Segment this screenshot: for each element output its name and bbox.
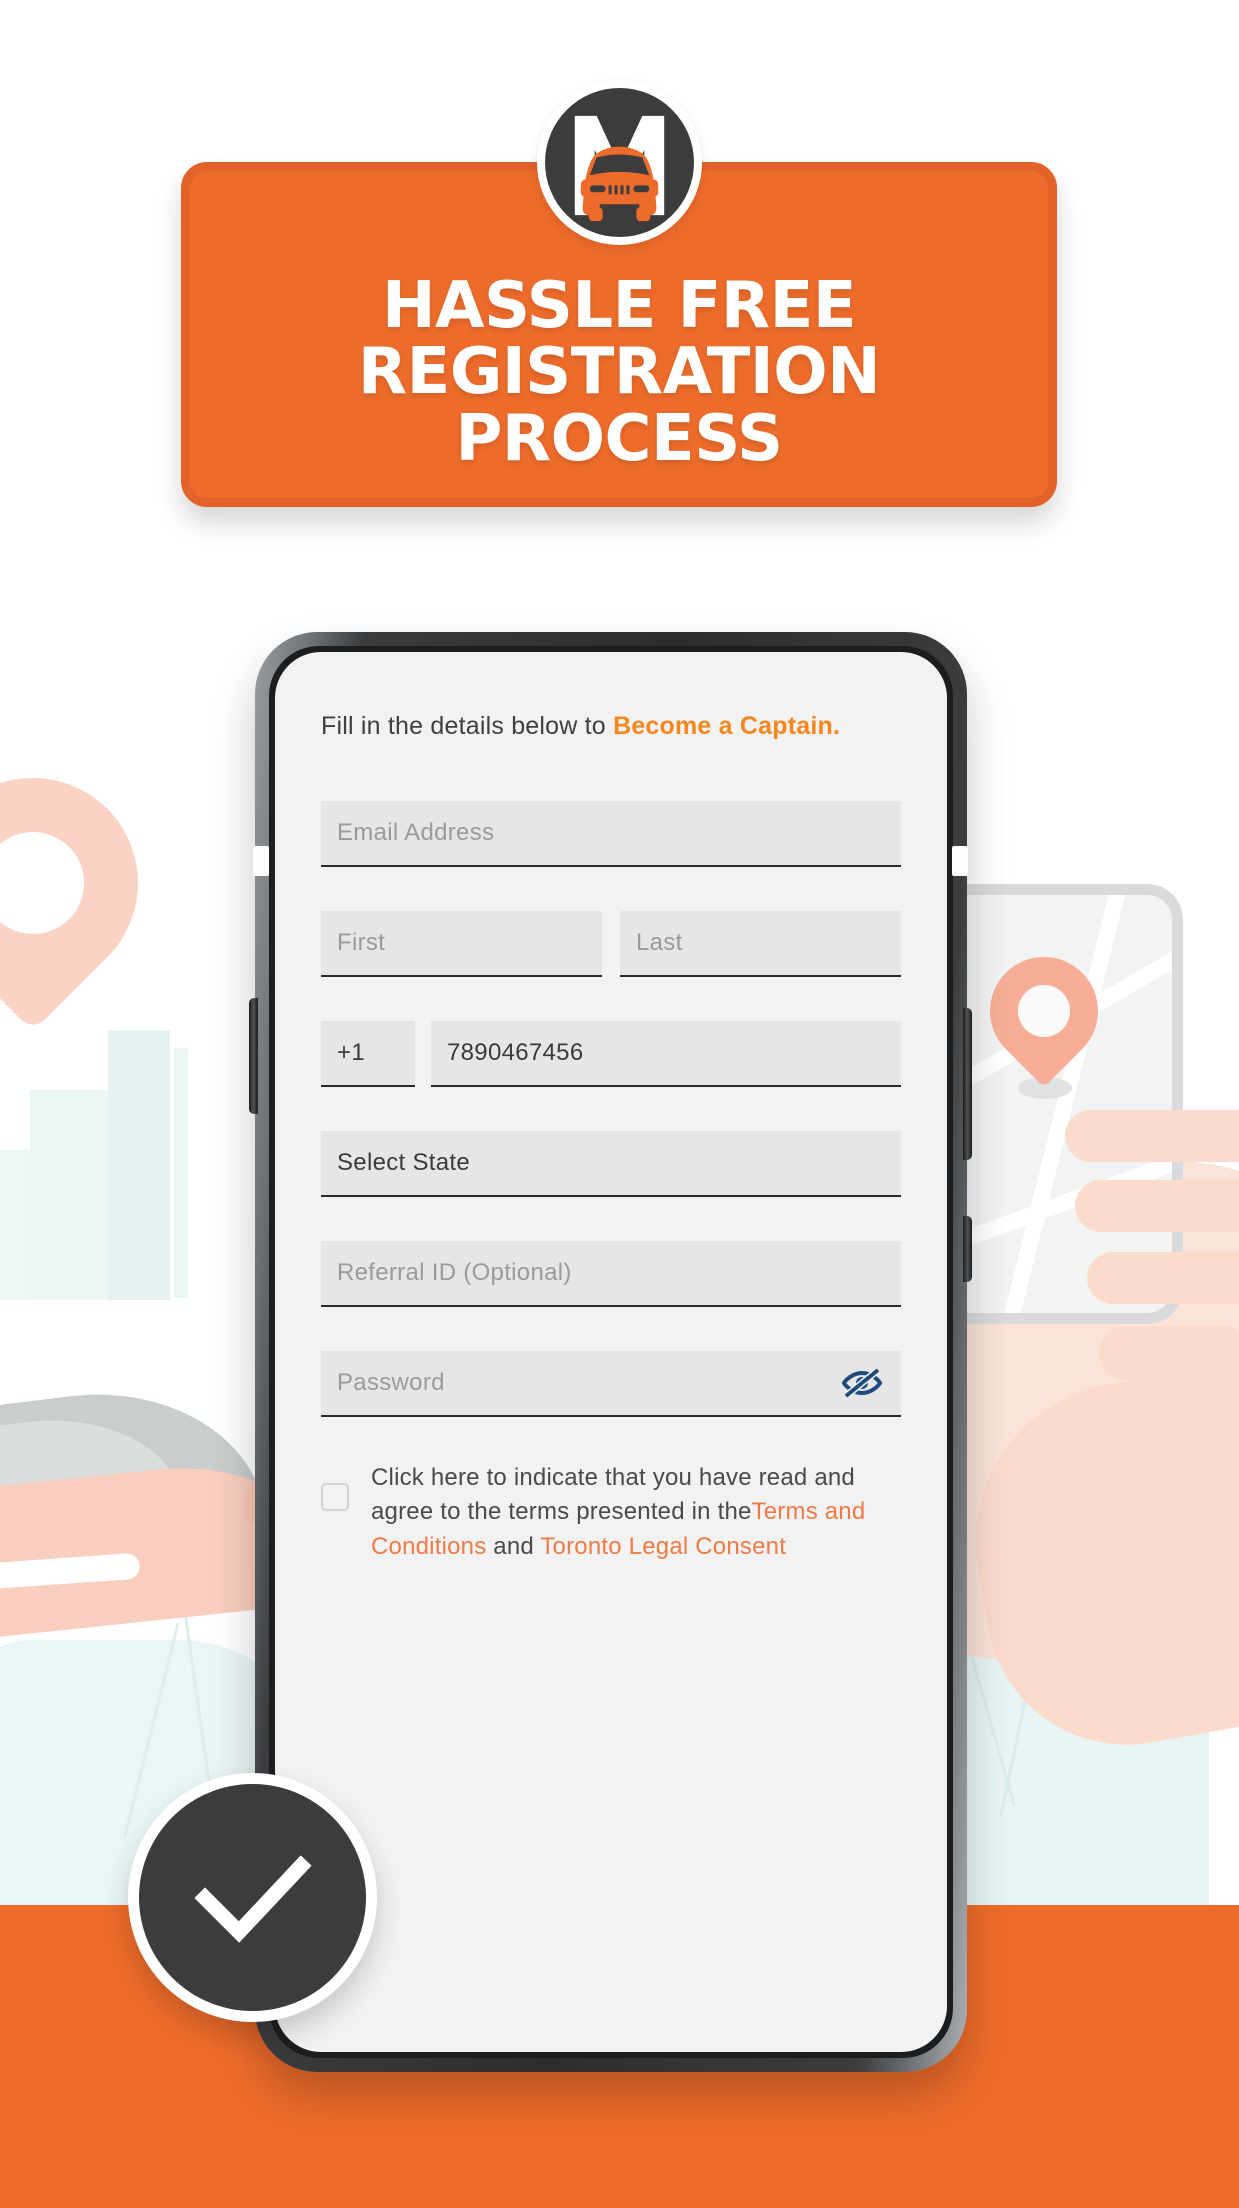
terms-consent-text: Click here to indicate that you have rea… (371, 1461, 889, 1565)
phone-button-left[interactable] (249, 998, 258, 1114)
phone-row: +1 7890467456 (321, 1020, 901, 1087)
form-intro-prefix: Fill in the details below to (321, 712, 614, 740)
hand-illustration-finger-2 (1075, 1180, 1239, 1232)
phone-bezel: Fill in the details below to Become a Ca… (269, 646, 953, 2058)
eye-slash-icon[interactable] (839, 1367, 885, 1399)
email-row: Email Address (321, 800, 901, 867)
phone-button-power[interactable] (963, 1216, 972, 1282)
form-intro-text: Fill in the details below to Become a Ca… (321, 708, 901, 745)
skyline-building-2 (30, 1090, 108, 1300)
terms-checkbox[interactable] (321, 1482, 349, 1511)
last-name-field[interactable]: Last (620, 910, 901, 977)
success-check-badge (128, 1773, 377, 2022)
name-row: First Last (321, 910, 901, 977)
map-pin-decoration-left (0, 734, 182, 1032)
referral-id-field[interactable]: Referral ID (Optional) (321, 1240, 901, 1307)
referral-row: Referral ID (Optional) (321, 1240, 901, 1307)
hand-illustration-finger-1 (1065, 1110, 1239, 1162)
skyline-building-3 (108, 1030, 170, 1300)
state-row: Select State (321, 1130, 901, 1197)
email-field[interactable]: Email Address (321, 800, 901, 867)
phone-number-field[interactable]: 7890467456 (431, 1020, 901, 1087)
terms-consent-block: Click here to indicate that you have rea… (321, 1461, 901, 1565)
first-name-field[interactable]: First (321, 910, 602, 977)
country-code-select[interactable]: +1 (321, 1020, 415, 1087)
password-field-wrap[interactable]: Password (321, 1350, 901, 1417)
password-row: Password (321, 1350, 901, 1417)
hand-illustration-finger-3 (1087, 1252, 1239, 1304)
m-car-logo-icon (545, 88, 694, 237)
brand-logo-badge (537, 80, 702, 245)
phone-edge-tab-right (952, 846, 968, 876)
toronto-legal-consent-link[interactable]: Toronto Legal Consent (540, 1533, 786, 1560)
registration-form: Fill in the details below to Become a Ca… (275, 652, 947, 1564)
phone-screen: Fill in the details below to Become a Ca… (275, 652, 947, 2052)
state-select[interactable]: Select State (321, 1130, 901, 1197)
promo-screenshot: HASSLE FREE REGISTRATION PROCESS Fill in… (0, 0, 1239, 2208)
terms-conjunction: and (486, 1532, 541, 1560)
check-icon (139, 1784, 366, 2011)
form-intro-highlight: Become a Captain. (613, 712, 841, 740)
password-field[interactable]: Password (337, 1369, 445, 1397)
phone-button-volume[interactable] (963, 1008, 972, 1160)
skyline-building-4 (174, 1048, 188, 1298)
phone-edge-tab-left (253, 846, 269, 876)
